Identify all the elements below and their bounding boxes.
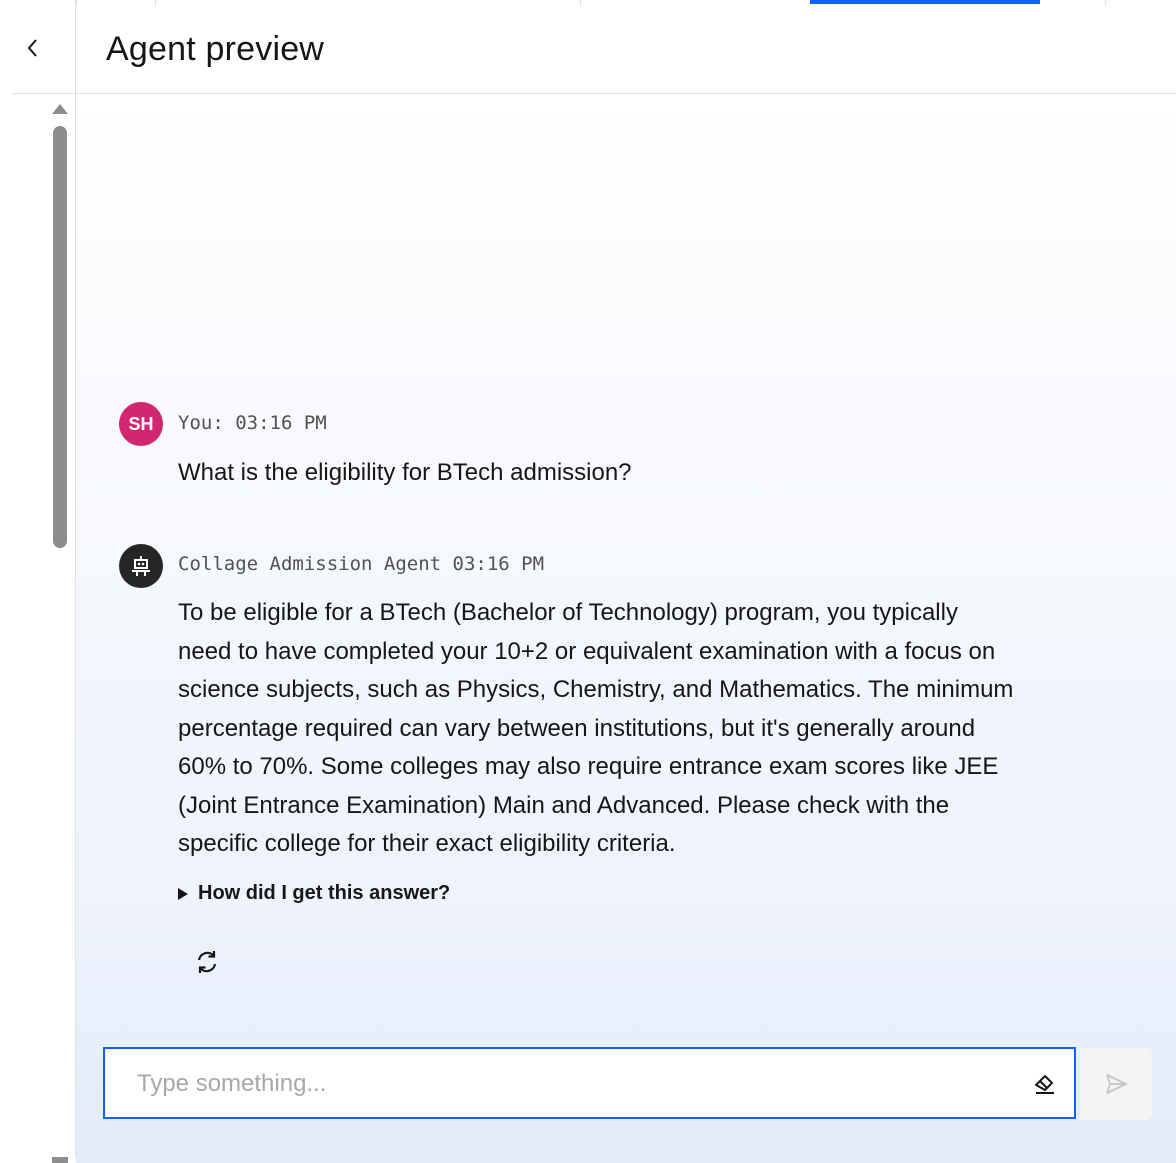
agent-message-line: science subjects, such as Physics, Chemi…: [178, 676, 1014, 703]
scroll-down-arrow[interactable]: [52, 1157, 68, 1163]
active-tab-indicator[interactable]: [810, 0, 1040, 4]
agent-message-text: To be eligible for a BTech (Bachelor of …: [178, 594, 1098, 864]
robot-icon: [132, 556, 150, 576]
agent-message-line: (Joint Entrance Examination) Main and Ad…: [178, 791, 950, 819]
user-avatar: SH: [119, 402, 163, 446]
agent-message-line: specific college for their exact eligibi…: [178, 830, 676, 857]
page-title: Agent preview: [106, 30, 325, 68]
user-message-meta: You: 03:16 PM: [178, 412, 327, 434]
clear-input-button[interactable]: [1029, 1067, 1061, 1099]
left-rail-divider: [75, 0, 76, 1157]
agent-message-line: need to have completed your 10+2 or equi…: [178, 637, 996, 665]
send-icon: [1106, 1074, 1127, 1094]
chevron-left-icon: [27, 39, 37, 57]
explain-answer-label: How did I get this answer?: [198, 882, 451, 904]
scroll-up-arrow[interactable]: [52, 104, 68, 114]
back-button[interactable]: [14, 28, 50, 68]
header-divider: [12, 93, 1176, 94]
agent-message-meta: Collage Admission Agent 03:16 PM: [178, 553, 545, 575]
message-input[interactable]: [135, 1049, 1019, 1119]
agent-message-line: To be eligible for a BTech (Bachelor of …: [178, 599, 958, 626]
user-avatar-initials: SH: [128, 413, 154, 434]
caret-right-icon: [178, 887, 188, 900]
eraser-icon: [1035, 1075, 1054, 1094]
header: Agent preview: [0, 6, 1176, 94]
user-message-text: What is the eligibility for BTech admiss…: [178, 459, 632, 486]
send-button[interactable]: [1080, 1048, 1152, 1120]
message-input-container: [103, 1047, 1076, 1119]
regenerate-button[interactable]: [186, 941, 228, 983]
agent-avatar: [119, 544, 163, 588]
agent-message-line: percentage required can vary between ins…: [178, 714, 976, 742]
explain-answer-toggle[interactable]: How did I get this answer?: [178, 882, 450, 905]
refresh-icon: [197, 951, 217, 973]
agent-message-line: 60% to 70%. Some colleges may also requi…: [178, 753, 999, 780]
scrollbar-thumb[interactable]: [53, 126, 67, 548]
